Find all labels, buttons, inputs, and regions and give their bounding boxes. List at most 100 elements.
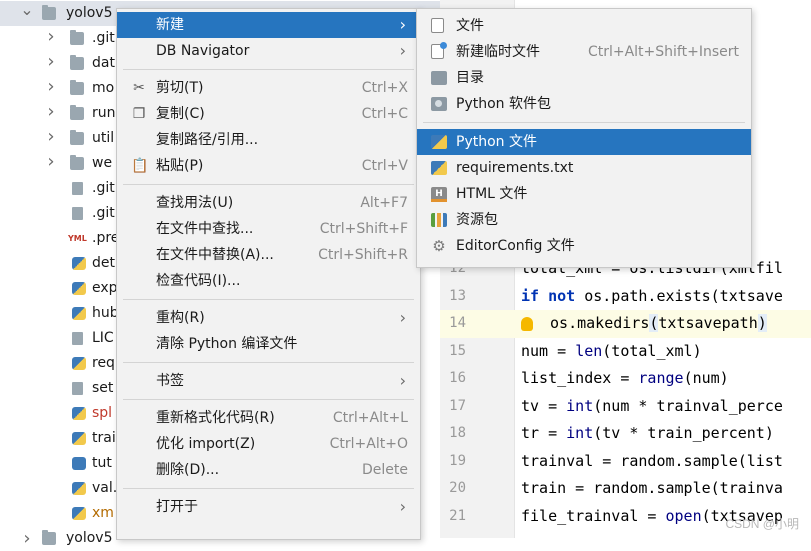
chevron-down-icon[interactable]: ⌄ xyxy=(20,0,34,22)
chevron-right-icon: › xyxy=(399,15,406,34)
menu-item-label: 删除(D)... xyxy=(156,462,220,478)
tree-item-label: run xyxy=(92,105,116,121)
scratch-file-icon xyxy=(431,42,447,59)
menu-item[interactable]: 书签 › xyxy=(117,368,420,394)
menu-separator xyxy=(123,184,414,185)
code-line[interactable]: 19 trainval = random.sample(list xyxy=(440,448,811,476)
menu-item-label: 重新格式化代码(R) xyxy=(156,410,275,426)
submenu-item-label: 资源包 xyxy=(456,212,498,228)
menu-item-label: 打开于 xyxy=(156,499,198,515)
menu-item[interactable]: 打开于 › xyxy=(117,494,420,520)
menu-item[interactable]: 清除 Python 编译文件 xyxy=(117,331,420,357)
html-file-icon: H xyxy=(431,187,447,202)
python-package-icon xyxy=(431,97,447,111)
menu-item[interactable]: ❐ 复制(C) Ctrl+C xyxy=(117,101,420,127)
code-token: (num) xyxy=(683,369,729,387)
notebook-icon xyxy=(72,457,86,470)
chevron-right-icon[interactable]: › xyxy=(44,99,58,124)
menu-item[interactable]: 在文件中替换(A)... Ctrl+Shift+R xyxy=(117,242,420,268)
tree-item-label: .git xyxy=(92,205,115,221)
menu-item-label: DB Navigator xyxy=(156,43,250,59)
chevron-right-icon[interactable]: › xyxy=(44,24,58,49)
code-line[interactable]: 14 os.makedirs(txtsavepath) xyxy=(440,310,811,338)
submenu-item-label: 新建临时文件 xyxy=(456,44,540,60)
submenu-item[interactable]: 文件 xyxy=(417,13,751,39)
line-number: 21 xyxy=(449,507,466,524)
code-line[interactable]: 17 tv = int(num * trainval_perce xyxy=(440,393,811,421)
code-line[interactable]: 20 train = random.sample(trainva xyxy=(440,475,811,503)
paste-icon: 📋 xyxy=(131,158,149,174)
code-text[interactable]: os.makedirs(txtsavepath) xyxy=(521,310,767,338)
line-number: 15 xyxy=(449,342,466,359)
submenu-item[interactable]: requirements.txt xyxy=(417,155,751,181)
python-file-icon xyxy=(72,357,86,370)
watermark: CSDN @小明 xyxy=(725,517,799,531)
code-token: int xyxy=(566,424,594,442)
code-line[interactable]: 13 if not os.path.exists(txtsave xyxy=(440,283,811,311)
chevron-right-icon[interactable]: › xyxy=(44,74,58,99)
menu-item[interactable]: 📋 粘贴(P) Ctrl+V xyxy=(117,153,420,179)
menu-item[interactable]: 在文件中查找... Ctrl+Shift+F xyxy=(117,216,420,242)
chevron-right-icon: › xyxy=(399,41,406,60)
menu-item-label: 在文件中查找... xyxy=(156,221,254,237)
submenu-item-label: requirements.txt xyxy=(456,160,574,176)
menu-item[interactable]: 检查代码(I)... xyxy=(117,268,420,294)
menu-item-shortcut: Ctrl+Alt+O xyxy=(329,436,408,452)
chevron-right-icon[interactable]: › xyxy=(44,124,58,149)
code-token: if not xyxy=(521,286,576,305)
resource-bundle-icon xyxy=(431,213,447,227)
tree-item-label: .git xyxy=(92,30,115,46)
menu-item[interactable]: 优化 import(Z) Ctrl+Alt+O xyxy=(117,431,420,457)
tree-item-label: we xyxy=(92,155,113,171)
menu-item-label: 复制(C) xyxy=(156,106,205,122)
chevron-right-icon[interactable]: › xyxy=(20,526,34,551)
menu-item[interactable]: DB Navigator › xyxy=(117,38,420,64)
tree-item-label: xm xyxy=(92,505,114,521)
code-line[interactable]: 15 num = len(total_xml) xyxy=(440,338,811,366)
python-file-icon xyxy=(72,482,86,495)
submenu-item[interactable]: ⚙ EditorConfig 文件 xyxy=(417,233,751,259)
tree-item-label: req xyxy=(92,355,115,371)
lightbulb-icon[interactable] xyxy=(521,316,533,331)
menu-item-shortcut: Ctrl+Shift+F xyxy=(319,221,408,237)
tree-item-label: det xyxy=(92,255,115,271)
code-text[interactable]: trainval = random.sample(list xyxy=(521,448,783,476)
chevron-right-icon[interactable]: › xyxy=(44,149,58,174)
submenu-item[interactable]: 新建临时文件 Ctrl+Alt+Shift+Insert xyxy=(417,39,751,65)
requirements-icon xyxy=(431,161,447,175)
menu-item[interactable]: 复制路径/引用... xyxy=(117,127,420,153)
submenu-item-label: 目录 xyxy=(456,70,484,86)
submenu-item-label: 文件 xyxy=(456,18,484,34)
code-text[interactable]: list_index = range(num) xyxy=(521,365,729,393)
submenu-item[interactable]: Python 软件包 xyxy=(417,91,751,117)
chevron-right-icon[interactable]: › xyxy=(44,49,58,74)
menu-item-shortcut: Ctrl+Alt+L xyxy=(332,410,408,426)
menu-separator xyxy=(123,362,414,363)
menu-item[interactable]: 重新格式化代码(R) Ctrl+Alt+L xyxy=(117,405,420,431)
menu-item[interactable]: 查找用法(U) Alt+F7 xyxy=(117,190,420,216)
code-text[interactable]: if not os.path.exists(txtsave xyxy=(521,283,783,311)
code-line[interactable]: 18 tr = int(tv * train_percent) xyxy=(440,420,811,448)
menu-item[interactable]: 新建 › xyxy=(117,12,420,38)
code-text[interactable]: tr = int(tv * train_percent) xyxy=(521,420,774,448)
submenu-item[interactable]: H HTML 文件 xyxy=(417,181,751,207)
submenu-item[interactable]: Python 文件 xyxy=(417,129,751,155)
menu-item[interactable]: 重构(R) › xyxy=(117,305,420,331)
menu-item-label: 重构(R) xyxy=(156,310,205,326)
code-token: num = xyxy=(521,341,576,360)
python-file-icon xyxy=(72,282,86,295)
code-text[interactable]: train = random.sample(trainva xyxy=(521,475,783,503)
menu-item-shortcut: Ctrl+X xyxy=(361,80,408,96)
scissors-icon: ✂ xyxy=(133,80,145,96)
submenu-item[interactable]: 资源包 xyxy=(417,207,751,233)
code-text[interactable]: num = len(total_xml) xyxy=(521,338,702,366)
menu-item[interactable]: 删除(D)... Delete xyxy=(117,457,420,483)
submenu-item[interactable]: 目录 xyxy=(417,65,751,91)
python-file-icon xyxy=(72,257,86,270)
tree-item-label: tut xyxy=(92,455,112,471)
menu-item-label: 清除 Python 编译文件 xyxy=(156,336,298,352)
menu-item[interactable]: ✂ 剪切(T) Ctrl+X xyxy=(117,75,420,101)
tree-item-label: dat xyxy=(92,55,115,71)
code-line[interactable]: 16 list_index = range(num) xyxy=(440,365,811,393)
code-text[interactable]: tv = int(num * trainval_perce xyxy=(521,393,783,421)
